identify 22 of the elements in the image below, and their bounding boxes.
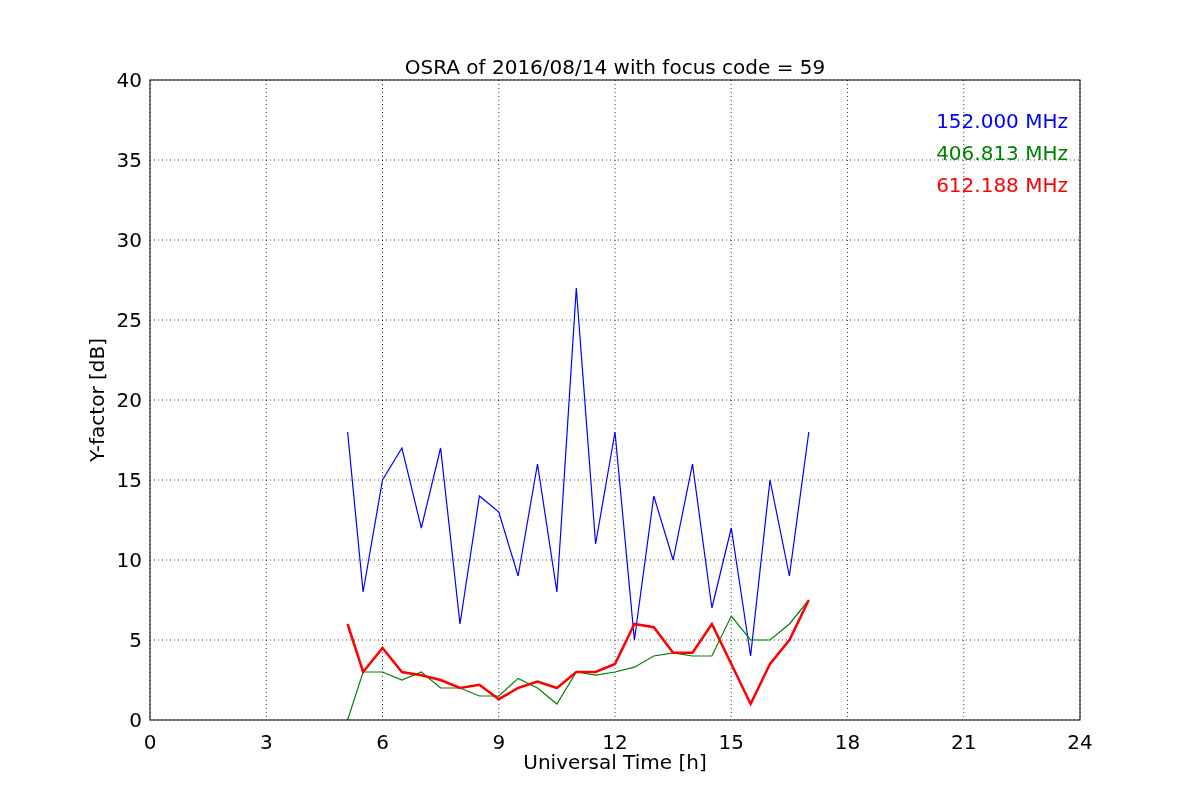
x-tick-label: 15	[718, 730, 744, 754]
x-tick-label: 21	[951, 730, 977, 754]
y-tick-label: 35	[116, 148, 142, 172]
y-tick-label: 40	[116, 68, 142, 92]
y-tick-label: 30	[116, 228, 142, 252]
y-tick-label: 15	[116, 468, 142, 492]
legend-label: 612.188 MHz	[936, 173, 1068, 197]
x-tick-label: 18	[834, 730, 861, 754]
y-tick-label: 20	[116, 388, 142, 412]
y-tick-label: 10	[116, 548, 142, 572]
y-tick-label: 25	[116, 308, 142, 332]
y-tick-label: 5	[129, 628, 142, 652]
chart-title: OSRA of 2016/08/14 with focus code = 59	[404, 55, 826, 79]
x-tick-label: 24	[1067, 730, 1093, 754]
x-tick-label: 9	[492, 730, 506, 754]
legend-label: 406.813 MHz	[936, 141, 1068, 165]
y-tick-label: 0	[129, 708, 142, 732]
y-axis-label: Y-factor [dB]	[85, 338, 109, 462]
x-tick-label: 0	[143, 730, 157, 754]
x-tick-label: 3	[259, 730, 273, 754]
legend-label: 152.000 MHz	[936, 109, 1068, 133]
x-tick-label: 6	[376, 730, 389, 754]
